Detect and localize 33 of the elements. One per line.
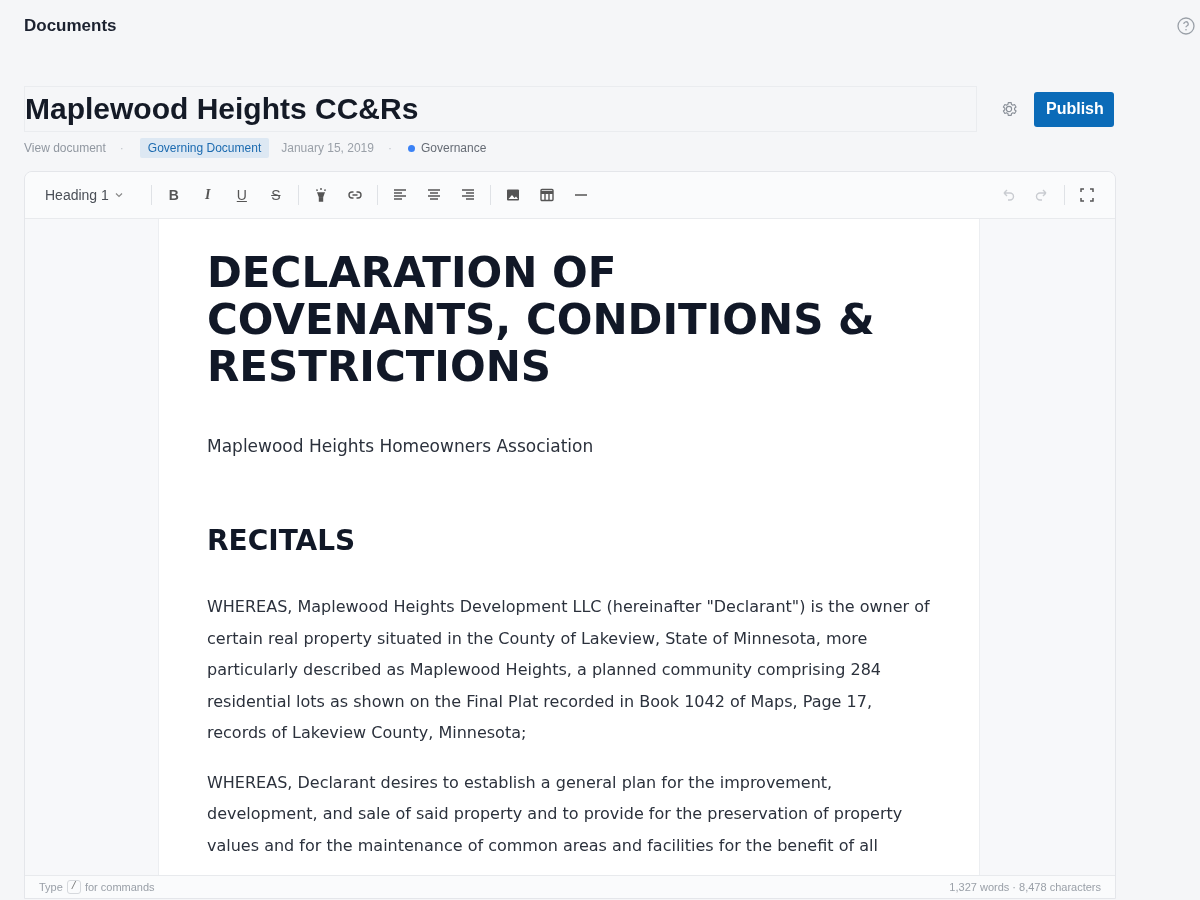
align-center-icon — [425, 187, 442, 203]
category-dot — [407, 144, 415, 152]
settings-icon[interactable] — [1000, 100, 1018, 118]
table-icon — [538, 187, 555, 203]
underline-button[interactable]: U — [225, 181, 258, 209]
category-label: Governance — [420, 141, 487, 155]
image-icon — [504, 187, 521, 203]
page-title: Documents — [24, 16, 117, 36]
italic-button[interactable]: I — [191, 181, 224, 209]
block-style-dropdown[interactable]: Heading 1 — [37, 183, 131, 207]
command-hint: for commands — [84, 880, 155, 894]
separator-dot: · — [387, 141, 392, 155]
paragraph: WHEREAS, Maplewood Heights Development LLC (hereinafter "Declarant") is the owner of certain real property situated in the County of Lakeview, State of Minnesota, more particularly described as Maplewood Heights, a planned community comprising 284 residential lots as shown on the Final Plat recorded in Book 1042 of Maps, Page 17, records of Lakeview County, Minnesota; — [207, 596, 931, 744]
separator-dot: · — [119, 141, 124, 155]
rule-icon — [574, 194, 587, 196]
paragraph: WHEREAS, Declarant desires to establish a general plan for the improvement, development, and sale of said property and to provide for the preservation of property values and for the maintenance of common areas and facilities for the benefit of all — [207, 771, 904, 857]
align-right-icon — [459, 187, 476, 203]
publish-button[interactable]: Publish — [1034, 91, 1114, 127]
bold-button[interactable]: B — [157, 181, 190, 209]
strike-button[interactable]: S — [259, 181, 292, 209]
fullscreen-icon — [1080, 188, 1094, 202]
align-left-icon — [391, 187, 408, 203]
document-subtitle: Maplewood Heights Homeowners Association — [207, 436, 595, 456]
word-count: 1,327 words · 8,478 characters — [949, 880, 1101, 894]
document-heading: DECLARATION OF COVENANTS, CONDITIONS & RESTRICTIONS — [207, 249, 876, 390]
command-hint: Type — [39, 880, 63, 894]
help-icon[interactable] — [1177, 17, 1195, 35]
slash-key: / — [66, 880, 81, 894]
chevron-down-icon — [114, 192, 123, 198]
document-title-field[interactable]: Maplewood Heights CC&Rs — [24, 86, 977, 132]
document-date: January 15, 2019 — [281, 141, 374, 155]
document-type-tag: Governing Document — [139, 138, 270, 158]
section-heading: RECITALS — [207, 524, 357, 557]
